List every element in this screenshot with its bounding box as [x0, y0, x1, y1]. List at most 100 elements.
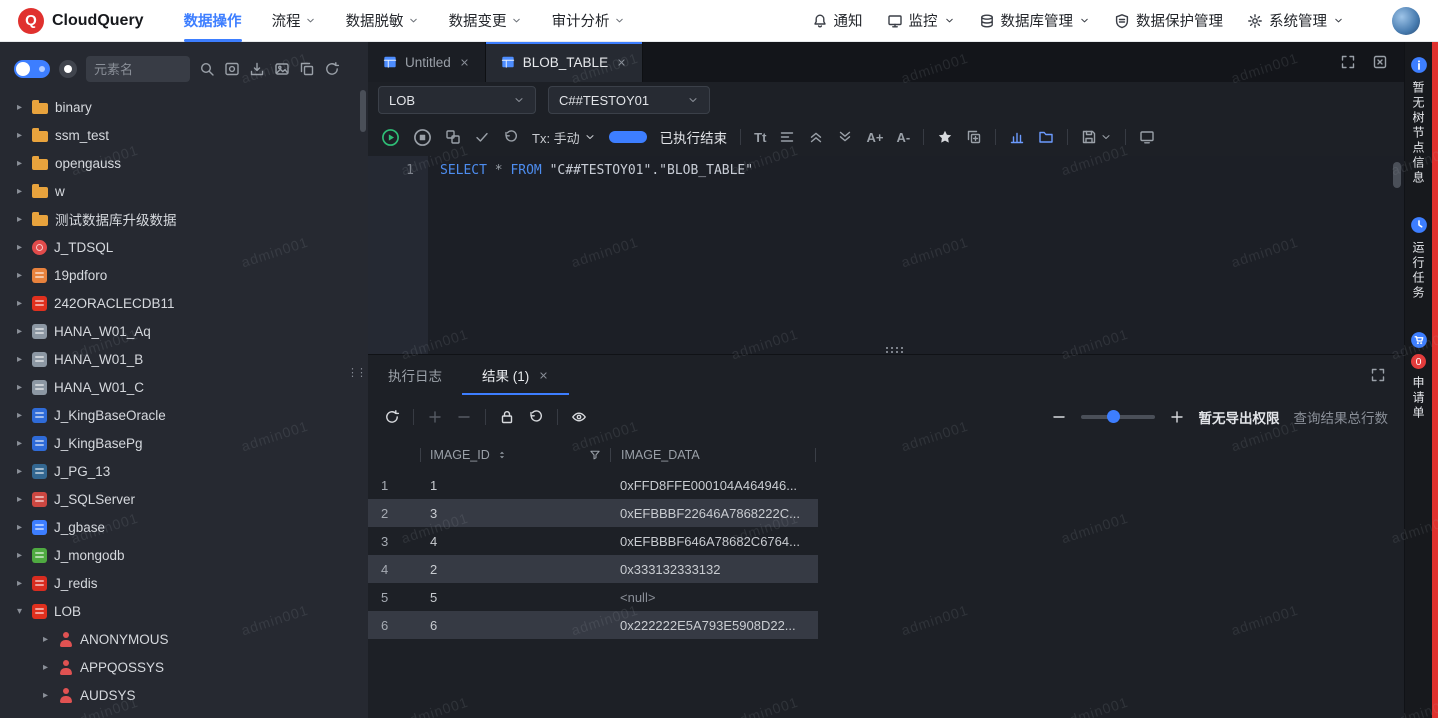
tree-item-w[interactable]: ▸w	[0, 177, 368, 205]
caret-right-icon[interactable]: ▸	[14, 326, 25, 337]
cell-image-data[interactable]: 0xEFBBBF646A78682C6764...	[610, 534, 818, 549]
cell-image-id[interactable]: 1	[420, 478, 610, 493]
result-row-1[interactable]: 110xFFD8FFE000104A464946...	[368, 471, 818, 499]
cell-image-data[interactable]: 0x333132333132	[610, 562, 818, 577]
total-rows-link[interactable]: 查询结果总行数	[1294, 407, 1389, 427]
cell-image-data[interactable]: 0xFFD8FFE000104A464946...	[610, 478, 818, 493]
tree-node-info-panel-button[interactable]: 暂无树节点信息	[1410, 56, 1428, 186]
cell-image-data[interactable]: 0x222222E5A793E5908D22...	[610, 618, 818, 633]
tree-item-ANONYMOUS[interactable]: ▸ANONYMOUS	[0, 625, 368, 653]
tab-result-1[interactable]: 结果 (1)	[462, 355, 569, 395]
caret-right-icon[interactable]: ▸	[14, 438, 25, 449]
terminal-icon[interactable]	[1139, 129, 1155, 145]
tab-untitled[interactable]: Untitled	[368, 42, 486, 82]
tree-item-J_KingBasePg[interactable]: ▸J_KingBasePg	[0, 429, 368, 457]
caret-right-icon[interactable]: ▸	[14, 214, 25, 225]
tree-item-J_SQLServer[interactable]: ▸J_SQLServer	[0, 485, 368, 513]
result-row-2[interactable]: 230xEFBBBF22646A7868222C...	[368, 499, 818, 527]
expand-all-icon[interactable]	[837, 129, 853, 145]
element-filter-input[interactable]	[86, 56, 190, 82]
fullscreen-icon[interactable]	[1370, 367, 1386, 383]
fullscreen-icon[interactable]	[1340, 54, 1356, 70]
tree-item-J_mongodb[interactable]: ▸J_mongodb	[0, 541, 368, 569]
undo-button[interactable]	[503, 129, 519, 145]
tree-item-J_PG_13[interactable]: ▸J_PG_13	[0, 457, 368, 485]
result-row-3[interactable]: 340xEFBBBF646A78682C6764...	[368, 527, 818, 555]
caret-right-icon[interactable]: ▸	[40, 690, 51, 701]
tree-item-HANA_W01_C[interactable]: ▸HANA_W01_C	[0, 373, 368, 401]
tree-item-HANA_W01_Aq[interactable]: ▸HANA_W01_Aq	[0, 317, 368, 345]
caret-right-icon[interactable]: ▸	[14, 494, 25, 505]
caret-right-icon[interactable]: ▸	[14, 158, 25, 169]
lock-icon[interactable]	[499, 409, 515, 425]
tree-item-ssm_test[interactable]: ▸ssm_test	[0, 121, 368, 149]
gallery-icon[interactable]	[274, 61, 290, 77]
execution-plan-button[interactable]	[445, 129, 461, 145]
nav-right-item-2[interactable]: 监控	[887, 0, 955, 41]
save-snippet-icon[interactable]	[966, 129, 982, 145]
favorite-icon[interactable]	[937, 129, 953, 145]
tx-mode-select[interactable]: Tx: 手动	[532, 128, 596, 147]
refresh-results-icon[interactable]	[384, 409, 400, 425]
caret-right-icon[interactable]: ▸	[14, 466, 25, 477]
font-decrease-button[interactable]: A-	[896, 130, 910, 145]
tree-item-J_redis[interactable]: ▸J_redis	[0, 569, 368, 597]
cell-image-data[interactable]: <null>	[610, 590, 818, 605]
nav-item-2[interactable]: 流程	[272, 0, 316, 42]
nav-right-item-4[interactable]: 数据保护管理	[1114, 0, 1223, 41]
running-tasks-panel-button[interactable]: 运行任务	[1410, 216, 1428, 301]
nav-item-5[interactable]: 审计分析	[552, 0, 625, 42]
report-icon[interactable]	[1009, 129, 1025, 145]
tree-view-toggle[interactable]	[14, 60, 50, 78]
nav-right-item-1[interactable]: 通知	[812, 0, 863, 41]
save-button[interactable]	[1081, 129, 1112, 145]
sort-icon[interactable]	[496, 449, 508, 461]
open-folder-icon[interactable]	[1038, 129, 1054, 145]
stop-button[interactable]	[413, 128, 432, 147]
nav-item-1[interactable]: 数据操作	[184, 0, 242, 42]
caret-right-icon[interactable]: ▸	[14, 382, 25, 393]
caret-right-icon[interactable]: ▸	[14, 130, 25, 141]
sql-code[interactable]: SELECT * FROM "C##TESTOY01"."BLOB_TABLE"	[428, 156, 1404, 354]
zoom-out-icon[interactable]	[1051, 409, 1067, 425]
result-row-6[interactable]: 660x222222E5A793E5908D22...	[368, 611, 818, 639]
zoom-in-icon[interactable]	[1169, 409, 1185, 425]
user-avatar[interactable]	[1392, 7, 1420, 35]
caret-right-icon[interactable]: ▸	[14, 242, 25, 253]
beautify-sql-button[interactable]	[779, 129, 795, 145]
add-row-icon[interactable]	[427, 409, 443, 425]
caret-right-icon[interactable]: ▸	[14, 270, 25, 281]
zoom-slider-knob[interactable]	[1107, 410, 1120, 423]
tree-item-HANA_W01_B[interactable]: ▸HANA_W01_B	[0, 345, 368, 373]
sql-editor[interactable]: 1 SELECT * FROM "C##TESTOY01"."BLOB_TABL…	[368, 156, 1404, 354]
column-header-image-data[interactable]: IMAGE_DATA	[621, 448, 700, 462]
preview-icon[interactable]	[571, 409, 587, 425]
filter-icon[interactable]	[589, 449, 601, 461]
tree-item-opengauss[interactable]: ▸opengauss	[0, 149, 368, 177]
caret-right-icon[interactable]: ▸	[14, 186, 25, 197]
nav-item-3[interactable]: 数据脱敏	[346, 0, 419, 42]
caret-right-icon[interactable]: ▸	[14, 298, 25, 309]
display-mode-toggle[interactable]	[59, 60, 77, 78]
cell-image-id[interactable]: 2	[420, 562, 610, 577]
cell-image-data[interactable]: 0xEFBBBF22646A7868222C...	[610, 506, 818, 521]
zoom-slider[interactable]	[1081, 415, 1155, 419]
cell-image-id[interactable]: 4	[420, 534, 610, 549]
tree-item-binary[interactable]: ▸binary	[0, 93, 368, 121]
column-header-image-id[interactable]: IMAGE_ID	[430, 448, 490, 462]
validate-button[interactable]	[474, 129, 490, 145]
cell-image-id[interactable]: 5	[420, 590, 610, 605]
close-icon[interactable]	[616, 57, 627, 68]
caret-right-icon[interactable]: ▸	[14, 550, 25, 561]
caret-down-icon[interactable]: ▾	[14, 606, 25, 617]
revert-icon[interactable]	[528, 409, 544, 425]
tree-item-LOB[interactable]: ▾LOB	[0, 597, 368, 625]
tree-item-J_TDSQL[interactable]: ▸J_TDSQL	[0, 233, 368, 261]
export-icon[interactable]	[249, 61, 265, 77]
caret-right-icon[interactable]: ▸	[14, 354, 25, 365]
tab-execution-log[interactable]: 执行日志	[368, 355, 462, 395]
caret-right-icon[interactable]: ▸	[14, 522, 25, 533]
caret-right-icon[interactable]: ▸	[14, 410, 25, 421]
close-icon[interactable]	[459, 57, 470, 68]
collapse-all-icon[interactable]	[808, 129, 824, 145]
